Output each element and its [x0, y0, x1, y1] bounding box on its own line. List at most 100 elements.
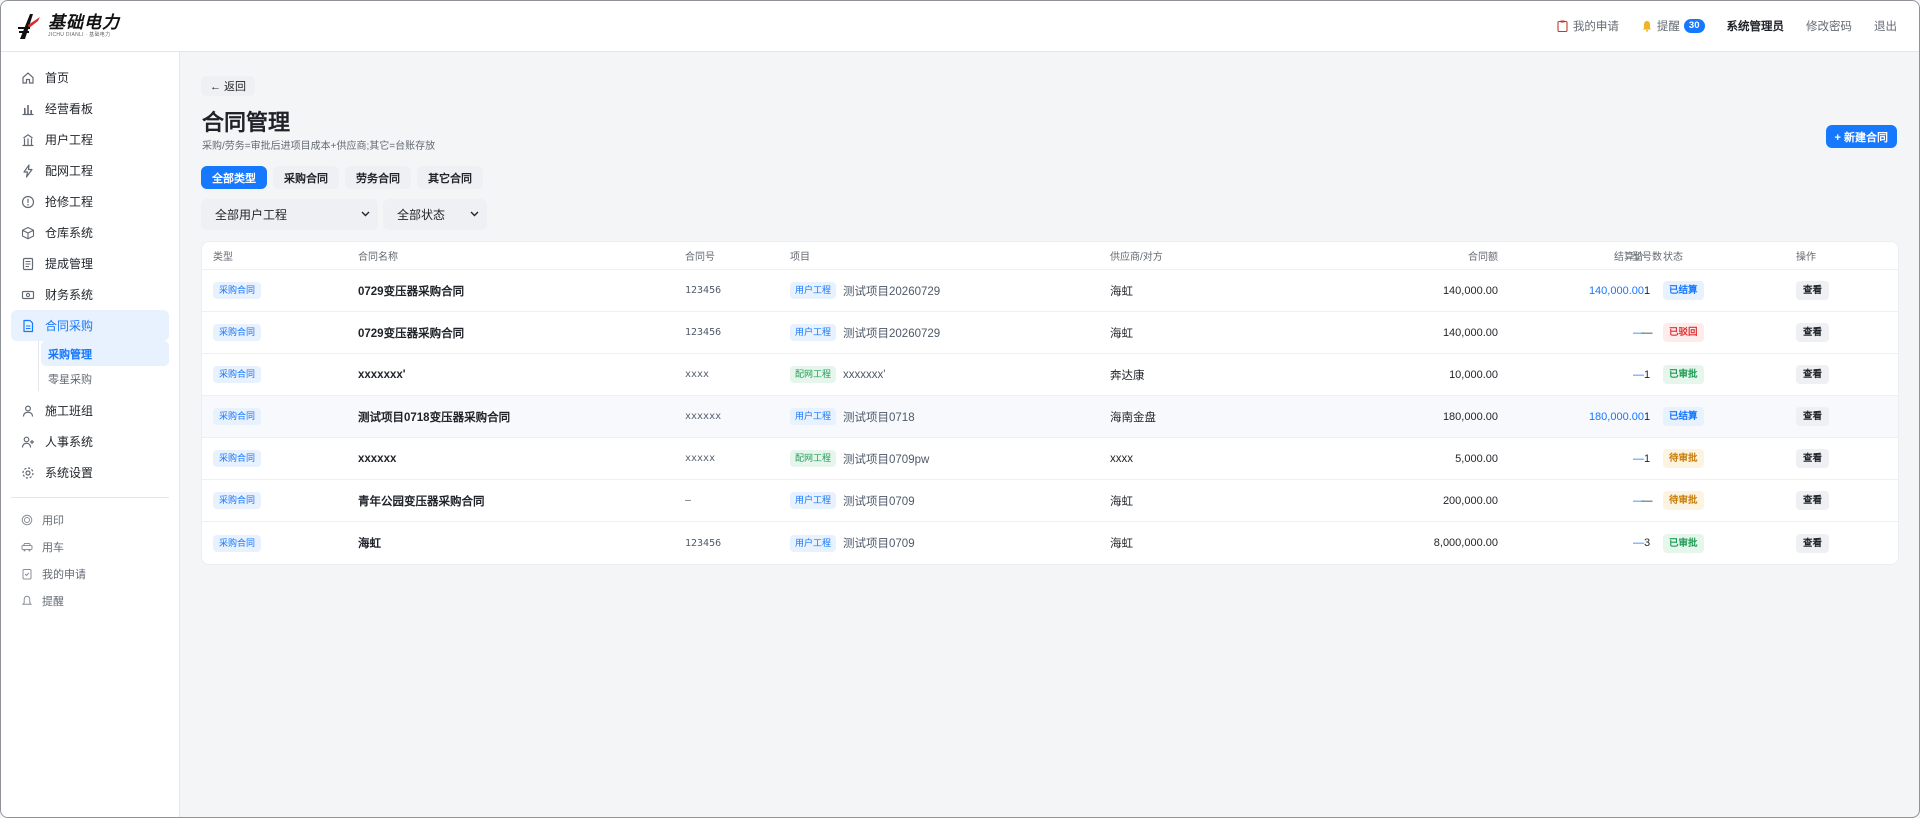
user-name[interactable]: 系统管理员 — [1727, 18, 1785, 34]
table-row[interactable]: 采购合同 青年公园变压器采购合同 — 用户工程 测试项目0709 海虹 200,… — [202, 480, 1898, 522]
logo-title: 基础电力 — [48, 12, 120, 32]
logout-link[interactable]: 退出 — [1874, 18, 1897, 34]
clipboard-icon — [21, 568, 33, 580]
tab-all-types[interactable]: 全部类型 — [201, 166, 267, 189]
contract-name[interactable]: 测试项目0718变压器采购合同 — [358, 396, 658, 437]
view-button[interactable]: 查看 — [1796, 449, 1830, 468]
reminders-link[interactable]: 提醒 30 — [1641, 18, 1705, 34]
project-name[interactable]: 测试项目0709 — [843, 535, 915, 551]
sidebar-item-hr[interactable]: 人事系统 — [11, 426, 169, 457]
contract-type-tag: 采购合同 — [213, 408, 262, 425]
sidebar-item-seal[interactable]: 用印 — [1, 506, 179, 533]
project-name[interactable]: xxxxxxx' — [843, 369, 885, 381]
bell-icon — [21, 595, 33, 607]
project-name[interactable]: 测试项目20260729 — [843, 283, 940, 299]
table-row[interactable]: 采购合同 0729变压器采购合同 123456 用户工程 测试项目2026072… — [202, 312, 1898, 354]
contract-name[interactable]: xxxxxxx' — [358, 354, 658, 395]
sidebar-item-warehouse[interactable]: 仓库系统 — [11, 217, 169, 248]
contract-number: — — [685, 495, 692, 506]
status-badge: 已审批 — [1663, 365, 1704, 384]
contract-amount: 10,000.00 — [1449, 368, 1498, 381]
project-name[interactable]: 测试项目0718 — [843, 409, 915, 425]
seal-icon — [21, 514, 33, 526]
project-type-tag: 用户工程 — [790, 324, 837, 341]
status-filter-select[interactable]: 全部状态 — [383, 199, 487, 230]
tab-other-contract[interactable]: 其它合同 — [417, 166, 483, 189]
view-button[interactable]: 查看 — [1796, 533, 1830, 553]
home-icon — [21, 71, 35, 85]
project-name[interactable]: 测试项目0709pw — [843, 451, 929, 467]
sidebar-item-dashboard[interactable]: 经营看板 — [11, 93, 169, 124]
contract-name[interactable]: 海虹 — [358, 522, 658, 564]
project-type-tag: 用户工程 — [790, 492, 837, 509]
change-password-link[interactable]: 修改密码 — [1806, 18, 1852, 34]
contract-name[interactable]: 0729变压器采购合同 — [358, 312, 658, 353]
project-type-tag: 配网工程 — [790, 450, 837, 467]
sidebar-subitem-small-purchase[interactable]: 零星采购 — [41, 366, 169, 391]
gear-icon — [21, 466, 35, 480]
logo[interactable]: 基础电力 JICHU DIANLI · 基础电力 — [16, 1, 120, 52]
tab-purchase-contract[interactable]: 采购合同 — [273, 166, 339, 189]
view-button[interactable]: 查看 — [1796, 365, 1830, 384]
table-row[interactable]: 采购合同 xxxxxxx' xxxx 配网工程 xxxxxxx' 奔达康 10,… — [202, 354, 1898, 396]
my-requests-label: 我的申请 — [1572, 21, 1619, 33]
top-bar: 基础电力 JICHU DIANLI · 基础电力 我的申请 提醒 30 系统管理… — [1, 1, 1919, 52]
project-filter-select[interactable]: 全部用户工程 — [201, 199, 378, 230]
status-badge: 待审批 — [1663, 491, 1704, 510]
view-button[interactable]: 查看 — [1796, 491, 1830, 510]
header-project: 项目 — [790, 252, 810, 263]
contract-number: xxxx — [685, 369, 710, 380]
sidebar-item-user-projects[interactable]: 用户工程 — [11, 124, 169, 155]
back-button[interactable]: ← 返回 — [201, 76, 256, 96]
main-content: ← 返回 合同管理 采购/劳务=审批后进项目成本+供应商;其它=台账存放 + 新… — [201, 52, 1899, 817]
sidebar-item-distribution-projects[interactable]: 配网工程 — [11, 155, 169, 186]
tab-labor-contract[interactable]: 劳务合同 — [345, 166, 411, 189]
car-icon — [21, 541, 33, 553]
sidebar-item-home[interactable]: 首页 — [11, 62, 169, 93]
app-window: 基础电力 JICHU DIANLI · 基础电力 我的申请 提醒 30 系统管理… — [0, 0, 1920, 818]
sidebar-item-commission[interactable]: 提成管理 — [11, 248, 169, 279]
sidebar-item-label: 施工班组 — [45, 404, 94, 418]
table-row[interactable]: 采购合同 海虹 123456 用户工程 测试项目0709 海虹 8,000,00… — [202, 522, 1898, 564]
table-row[interactable]: 采购合同 xxxxxx xxxxx 配网工程 测试项目0709pw xxxx 5… — [202, 438, 1898, 480]
status-badge: 已审批 — [1663, 533, 1704, 553]
sidebar-item-label: 人事系统 — [45, 435, 94, 449]
page-subtitle: 采购/劳务=审批后进项目成本+供应商;其它=台账存放 — [202, 141, 436, 152]
sidebar-item-my-requests[interactable]: 我的申请 — [1, 560, 179, 587]
table-row[interactable]: 采购合同 0729变压器采购合同 123456 用户工程 测试项目2026072… — [202, 270, 1898, 312]
contract-name[interactable]: xxxxxx — [358, 438, 658, 479]
table-row[interactable]: 采购合同 测试项目0718变压器采购合同 xxxxxx 用户工程 测试项目071… — [202, 396, 1898, 438]
contract-name[interactable]: 青年公园变压器采购合同 — [358, 480, 658, 521]
contract-type-tag: 采购合同 — [213, 492, 262, 509]
project-name[interactable]: 测试项目0709 — [843, 493, 915, 509]
sidebar-item-repair-projects[interactable]: 抢修工程 — [11, 186, 169, 217]
sidebar-item-construction-team[interactable]: 施工班组 — [11, 395, 169, 426]
reminders-label: 提醒 — [1656, 21, 1680, 33]
sidebar: 首页 经营看板 用户工程 配网工程 抢修工程 仓库系统 提成管理 财务系统 合同… — [1, 52, 180, 817]
sidebar-item-contract-procurement[interactable]: 合同采购 — [11, 310, 169, 341]
new-contract-button[interactable]: + 新建合同 — [1825, 125, 1897, 148]
header-amount: 合同额 — [1468, 252, 1498, 263]
sidebar-item-reminders[interactable]: 提醒 — [1, 587, 179, 614]
contract-number: xxxxx — [685, 453, 716, 464]
table-body: 采购合同 0729变压器采购合同 123456 用户工程 测试项目2026072… — [202, 270, 1898, 564]
logo-subtitle: JICHU DIANLI · 基础电力 — [48, 31, 111, 38]
project-name[interactable]: 测试项目20260729 — [843, 325, 940, 341]
my-requests-link[interactable]: 我的申请 — [1557, 18, 1619, 34]
sidebar-item-vehicle[interactable]: 用车 — [1, 533, 179, 560]
top-nav: 我的申请 提醒 30 系统管理员 修改密码 退出 — [1535, 18, 1897, 34]
view-button[interactable]: 查看 — [1796, 407, 1830, 426]
view-button[interactable]: 查看 — [1796, 281, 1830, 300]
contract-type-tag: 采购合同 — [213, 534, 262, 552]
contract-type-tag: 采购合同 — [213, 324, 262, 341]
contract-name[interactable]: 0729变压器采购合同 — [358, 270, 658, 311]
sidebar-item-finance[interactable]: 财务系统 — [11, 279, 169, 310]
filters: 全部用户工程 全部状态 — [201, 199, 487, 230]
header-op: 操作 — [1796, 252, 1816, 263]
sidebar-item-settings[interactable]: 系统设置 — [11, 457, 169, 488]
sidebar-item-label: 合同采购 — [45, 319, 94, 333]
sidebar-subitem-purchase-management[interactable]: 采购管理 — [41, 341, 169, 366]
contract-amount: 180,000.00 — [1442, 410, 1498, 423]
contract-number: 123456 — [685, 327, 722, 338]
view-button[interactable]: 查看 — [1796, 323, 1830, 342]
